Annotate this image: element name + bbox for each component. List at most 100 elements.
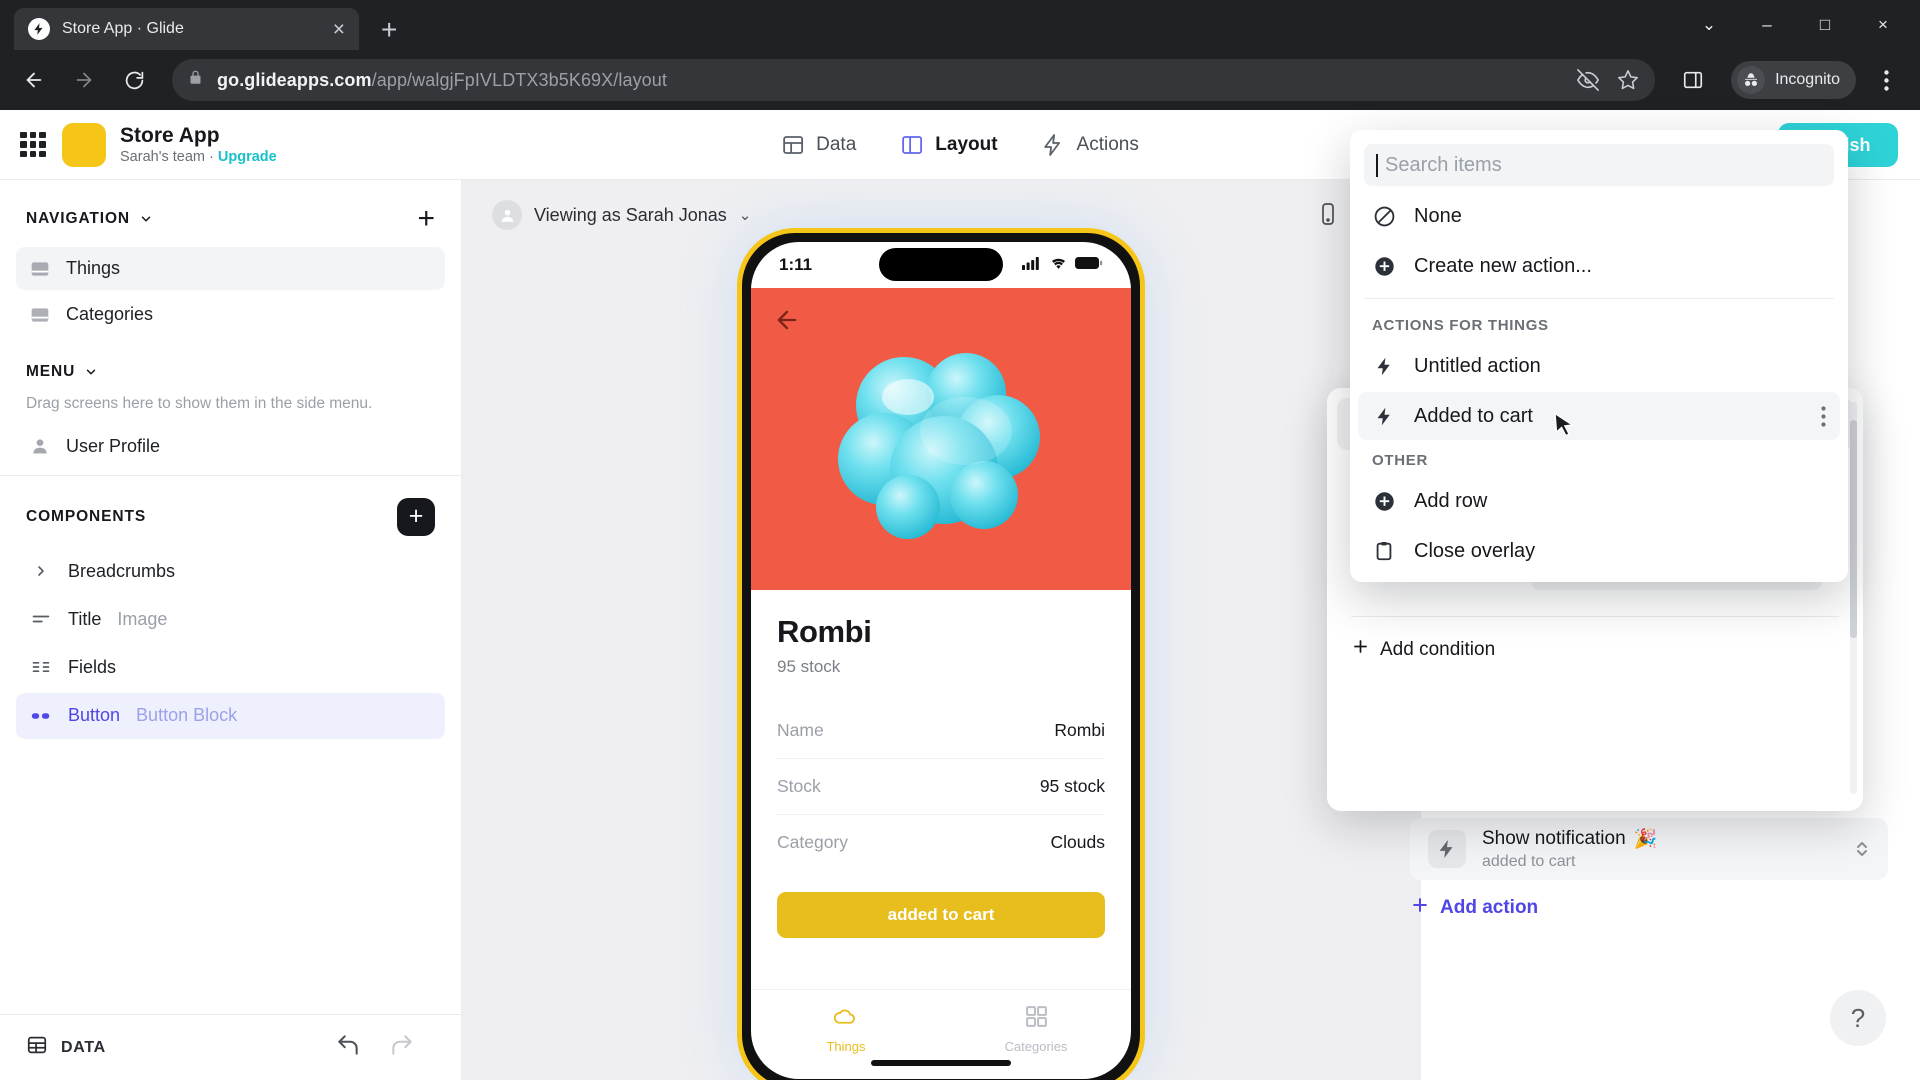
- clipboard-icon: [1372, 540, 1396, 562]
- tab-data[interactable]: Data: [781, 133, 856, 157]
- search-input[interactable]: Search items: [1385, 154, 1502, 177]
- home-indicator: [871, 1060, 1011, 1066]
- settings-card-divider: [1351, 616, 1839, 617]
- sidebar-item-categories[interactable]: Categories: [16, 293, 445, 336]
- component-fields[interactable]: Fields: [16, 645, 445, 690]
- components-section-header: COMPONENTS +: [0, 476, 461, 546]
- sidebar-scroll: NAVIGATION + Things Categories MENU Drag…: [0, 180, 461, 1014]
- action-chip-show-notification[interactable]: Show notification 🎉 added to cart: [1410, 818, 1888, 880]
- picker-item-untitled-action[interactable]: Untitled action: [1358, 342, 1840, 390]
- action-chip-subtitle: added to cart: [1482, 853, 1576, 870]
- cloud-icon: [833, 1004, 860, 1032]
- picker-item-added-to-cart-label: Added to cart: [1414, 404, 1533, 427]
- more-menu-icon[interactable]: [1866, 60, 1906, 100]
- component-title-sub: Image: [117, 608, 168, 629]
- screen-icon: [30, 305, 50, 325]
- add-action-label: Add action: [1440, 897, 1539, 918]
- scrollbar-thumb[interactable]: [1850, 420, 1857, 638]
- profile-incognito-button[interactable]: Incognito: [1731, 61, 1856, 99]
- data-button[interactable]: DATA: [26, 1034, 106, 1061]
- eye-off-icon[interactable]: [1577, 69, 1600, 91]
- picker-item-close-overlay[interactable]: Close overlay: [1358, 527, 1840, 575]
- canvas: Viewing as Sarah Jonas ⌄ 1:11 Rombi 95 s…: [462, 180, 1420, 1080]
- apps-grid-icon[interactable]: [20, 131, 46, 158]
- sidebar-footer: DATA: [0, 1014, 461, 1080]
- component-breadcrumbs[interactable]: Breadcrumbs: [16, 549, 445, 594]
- tab-data-label: Data: [816, 133, 857, 155]
- sidebar-item-categories-label: Categories: [66, 304, 154, 324]
- tab-layout[interactable]: Layout: [900, 133, 998, 157]
- tab-actions[interactable]: Actions: [1042, 133, 1139, 157]
- product-title: Rombi: [777, 614, 872, 649]
- product-fields-list: Name Rombi Stock 95 stock Category Cloud…: [777, 703, 1105, 870]
- action-chip-text: Show notification 🎉 added to cart: [1482, 827, 1657, 871]
- action-chip-title: Show notification: [1482, 828, 1626, 849]
- menu-title: MENU: [26, 363, 76, 380]
- picker-item-none[interactable]: None: [1358, 192, 1840, 240]
- close-icon[interactable]: ×: [333, 19, 345, 40]
- upgrade-link[interactable]: Upgrade: [218, 149, 277, 165]
- menu-hint: Drag screens here to show them in the si…: [26, 395, 373, 412]
- component-title[interactable]: Title Image: [16, 597, 445, 642]
- app-logo: [62, 122, 106, 167]
- chevron-down-icon[interactable]: [139, 212, 153, 226]
- picker-item-create-new-action[interactable]: Create new action...: [1358, 242, 1840, 290]
- title-icon: [30, 609, 52, 629]
- picker-item-create-new-action-label: Create new action...: [1414, 254, 1592, 277]
- cellular-icon: [1022, 256, 1042, 275]
- chevron-down-icon[interactable]: ⌄: [1682, 6, 1736, 44]
- action-chip-title-row: Show notification 🎉: [1482, 827, 1657, 851]
- added-to-cart-button[interactable]: added to cart: [777, 892, 1105, 938]
- bookmark-star-icon[interactable]: [1617, 69, 1639, 91]
- url-domain: go.glideapps.com: [217, 69, 372, 90]
- reorder-handle-icon[interactable]: [1854, 837, 1870, 861]
- sidebar-item-things[interactable]: Things: [16, 247, 445, 290]
- field-row: Category Clouds: [777, 815, 1105, 870]
- viewing-as-selector[interactable]: Viewing as Sarah Jonas ⌄: [492, 200, 751, 230]
- dynamic-island: [879, 248, 1003, 281]
- window-close-icon[interactable]: ×: [1856, 6, 1910, 44]
- app-team-line: Sarah's team · Upgrade: [120, 149, 277, 165]
- maximize-icon[interactable]: □: [1798, 6, 1852, 44]
- component-button[interactable]: Button Button Block: [16, 692, 445, 739]
- picker-item-add-row[interactable]: Add row: [1358, 477, 1840, 525]
- cloud-blob-graphic: [838, 353, 1040, 540]
- tabbar-item-things-label: Things: [826, 1039, 866, 1054]
- search-items-field[interactable]: Search items: [1364, 144, 1834, 186]
- reload-icon[interactable]: [114, 60, 154, 100]
- grid-icon: [1024, 1004, 1049, 1032]
- tab-actions-label: Actions: [1076, 133, 1139, 155]
- component-button-label: Button: [68, 705, 121, 726]
- layout-icon: [900, 133, 924, 157]
- add-navigation-button[interactable]: +: [417, 204, 435, 234]
- back-icon[interactable]: [14, 60, 54, 100]
- component-title-label: Title: [68, 608, 102, 629]
- avatar: [492, 200, 522, 230]
- picker-item-options-icon[interactable]: [1821, 405, 1826, 427]
- settings-card-scrollbar[interactable]: [1850, 402, 1857, 794]
- chevron-down-icon[interactable]: [84, 365, 98, 379]
- add-condition-button[interactable]: Add condition: [1351, 637, 1495, 662]
- add-component-button[interactable]: +: [397, 497, 435, 536]
- add-action-button[interactable]: Add action: [1410, 895, 1538, 921]
- browser-tab[interactable]: Store App · Glide ×: [14, 8, 359, 50]
- omnibox-actions: [1577, 69, 1639, 91]
- undo-icon[interactable]: [335, 1032, 361, 1064]
- new-tab-button[interactable]: +: [381, 16, 397, 44]
- field-value: Clouds: [1050, 832, 1105, 852]
- text-cursor: [1376, 153, 1378, 177]
- side-panel-icon[interactable]: [1673, 60, 1713, 100]
- sidebar-item-user-profile[interactable]: User Profile: [16, 430, 445, 463]
- bolt-icon: [1042, 133, 1066, 157]
- arrow-left-icon[interactable]: [773, 306, 801, 341]
- component-button-sub: Button Block: [136, 705, 238, 726]
- help-button[interactable]: ?: [1830, 990, 1886, 1046]
- tabbar-item-things[interactable]: Things: [751, 1004, 941, 1054]
- picker-item-added-to-cart[interactable]: Added to cart: [1358, 392, 1840, 440]
- minimize-icon[interactable]: –: [1740, 6, 1794, 44]
- phone-icon[interactable]: [1316, 202, 1340, 226]
- forward-icon[interactable]: [64, 60, 104, 100]
- address-bar[interactable]: go.glideapps.com/app/walgjFpIVLDTX3b5K69…: [172, 59, 1656, 101]
- redo-icon[interactable]: [389, 1032, 415, 1064]
- tabbar-item-categories[interactable]: Categories: [941, 1004, 1131, 1054]
